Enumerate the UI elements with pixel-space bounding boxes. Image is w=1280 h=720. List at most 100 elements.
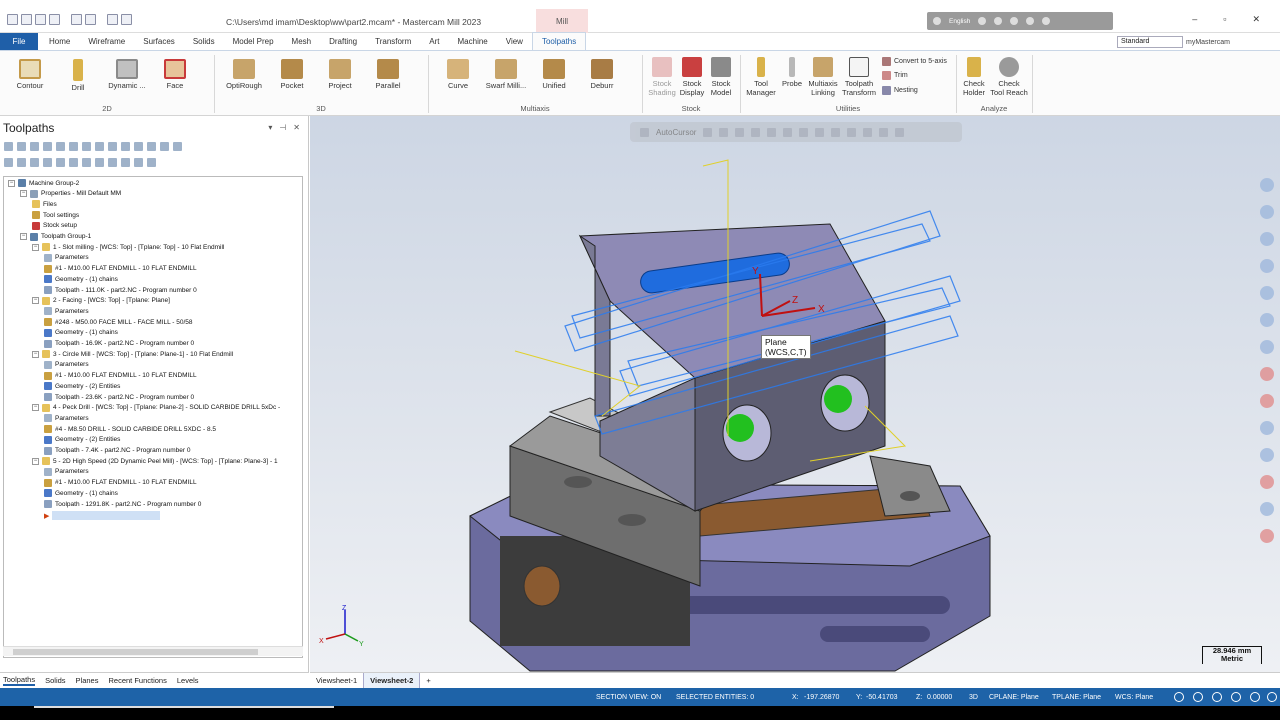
tool-node[interactable]: Tool settings <box>32 210 79 220</box>
lock-op-icon[interactable] <box>4 158 13 167</box>
right-view-icon[interactable] <box>1260 367 1274 381</box>
refresh-icon[interactable] <box>1010 17 1019 25</box>
wcs-status[interactable]: WCS: Plane <box>1115 694 1153 701</box>
collapse-toggle[interactable]: − <box>20 233 27 240</box>
tab-drafting[interactable]: Drafting <box>320 33 366 50</box>
help-icon[interactable] <box>173 142 182 151</box>
clear-colors-icon[interactable] <box>1260 502 1274 516</box>
globe-icon[interactable] <box>1174 692 1184 702</box>
tool-node[interactable]: #4 - M8.50 DRILL - SOLID CARBIDE DRILL 5… <box>44 424 216 434</box>
redo-icon[interactable] <box>121 14 132 25</box>
snap-icon[interactable] <box>815 127 825 137</box>
tab-planes-panel[interactable]: Planes <box>76 676 99 685</box>
tab-art[interactable]: Art <box>420 33 448 50</box>
tab-solids-panel[interactable]: Solids <box>45 676 65 685</box>
fit-icon[interactable] <box>1260 205 1274 219</box>
geometry-node[interactable]: Geometry - (1) chains <box>44 328 118 338</box>
operation-node[interactable]: − 1 - Slot milling - [WCS: Top] - [Tplane… <box>32 242 224 252</box>
viewsheet-1-tab[interactable]: Viewsheet-1 <box>310 673 363 688</box>
project-button[interactable]: Project <box>324 59 356 91</box>
scroll-thumb[interactable] <box>13 649 258 655</box>
machine-group[interactable]: − Machine Group-2 <box>8 178 79 188</box>
contour-button[interactable]: Contour <box>12 59 48 91</box>
info-icon[interactable] <box>1026 17 1035 25</box>
tab-view[interactable]: View <box>497 33 532 50</box>
section-view-status[interactable]: SECTION VIEW: ON <box>596 694 661 701</box>
geometry-node[interactable]: Geometry - (2) Entities <box>44 381 120 391</box>
settings-icon[interactable] <box>147 158 156 167</box>
stock-node[interactable]: Stock setup <box>32 221 77 231</box>
tab-toolpaths[interactable]: Toolpaths <box>531 32 587 50</box>
snap-icon[interactable] <box>719 127 729 137</box>
operations-tree[interactable]: − Machine Group-2− Properties - Mill Defau… <box>3 176 303 658</box>
front-view-icon[interactable] <box>1260 340 1274 354</box>
geometry-node[interactable]: Geometry - (2) Entities <box>44 435 120 445</box>
properties-node[interactable]: − Properties - Mill Default MM <box>20 189 121 199</box>
tplane-status[interactable]: TPLANE: Plane <box>1052 694 1101 701</box>
zoom-in-icon[interactable] <box>1260 178 1274 192</box>
grid-icon[interactable] <box>1193 692 1203 702</box>
print-preview-icon[interactable] <box>85 14 96 25</box>
close-icon[interactable]: ✕ <box>1252 14 1260 25</box>
person-icon[interactable] <box>978 17 987 25</box>
post-icon[interactable] <box>95 142 104 151</box>
viewsheet-2-tab[interactable]: Viewsheet-2 <box>363 673 421 688</box>
stock-model-button[interactable]: Stock Model <box>704 57 738 97</box>
mode-status[interactable]: 3D <box>969 694 978 701</box>
collapse-toggle[interactable]: − <box>8 179 15 187</box>
levels-icon[interactable] <box>1260 475 1274 489</box>
operation-node[interactable]: − 4 - Peck Drill - [WCS: Top] - [Tplane: … <box>32 403 280 413</box>
parameters-node[interactable]: Parameters <box>44 306 89 316</box>
lock-icon[interactable] <box>640 127 649 137</box>
collapse-toggle[interactable]: − <box>20 190 27 198</box>
maximize-icon[interactable]: ▫ <box>1223 14 1226 25</box>
collapse-toggle[interactable]: − <box>32 350 39 358</box>
tool-node[interactable]: #1 - M10.00 FLAT ENDMILL - 10 FLAT ENDMI… <box>44 478 197 488</box>
delete-icon[interactable] <box>121 142 130 151</box>
save-as-icon[interactable] <box>49 14 60 25</box>
tool-node[interactable]: #1 - M10.00 FLAT ENDMILL - 10 FLAT ENDMI… <box>44 264 197 274</box>
cplane-status[interactable]: CPLANE: Plane <box>989 694 1039 701</box>
snap-icon[interactable] <box>783 127 793 137</box>
print-icon[interactable] <box>71 14 82 25</box>
parallel-button[interactable]: Parallel <box>372 59 404 91</box>
insert-after-icon[interactable] <box>82 158 91 167</box>
sphere-icon[interactable] <box>1231 692 1241 702</box>
operation-node[interactable]: − 5 - 2D High Speed (2D Dynamic Peel Mill… <box>32 456 278 466</box>
section-view-icon[interactable] <box>1260 394 1274 408</box>
move-down-icon[interactable] <box>43 158 52 167</box>
toolpath-node[interactable]: Toolpath - 111.0K - part2.NC - Program n… <box>44 285 197 295</box>
tab-recent-functions[interactable]: Recent Functions <box>108 676 166 685</box>
isometric-icon[interactable] <box>1260 286 1274 300</box>
minimize-icon[interactable]: – <box>1192 14 1197 25</box>
collapse-toggle[interactable]: − <box>32 297 39 305</box>
shading-icon[interactable] <box>1260 421 1274 435</box>
check-tool-reach-button[interactable]: Check Tool Reach <box>988 57 1030 97</box>
tab-transform[interactable]: Transform <box>366 33 420 50</box>
more-icon[interactable] <box>1267 692 1277 702</box>
face-button[interactable]: Face <box>160 59 190 91</box>
pocket-button[interactable]: Pocket <box>276 59 308 91</box>
new-file-icon[interactable] <box>7 14 18 25</box>
snap-icon[interactable] <box>799 127 809 137</box>
snap-icon[interactable] <box>735 127 745 137</box>
display-options-icon[interactable] <box>121 158 130 167</box>
unified-button[interactable]: Unified <box>538 59 570 91</box>
toolpath-group[interactable]: − Toolpath Group-1 <box>20 232 91 242</box>
tab-wireframe[interactable]: Wireframe <box>79 33 134 50</box>
wireframe-icon[interactable] <box>1260 448 1274 462</box>
toolpath-node[interactable]: Toolpath - 7.4K - part2.NC - Program num… <box>44 446 190 456</box>
parameters-node[interactable]: Parameters <box>44 467 89 477</box>
insert-arrow-row[interactable]: ▶ <box>44 511 161 521</box>
snap-icon[interactable] <box>767 127 777 137</box>
geometry-node[interactable]: Geometry - (1) chains <box>44 274 118 284</box>
snap-icon[interactable] <box>751 127 761 137</box>
close-icon[interactable]: ✕ <box>293 123 300 132</box>
optirough-button[interactable]: OptiRough <box>222 59 266 91</box>
light-icon[interactable] <box>933 17 941 25</box>
verify-icon[interactable] <box>69 142 78 151</box>
toggle-post-icon[interactable] <box>160 142 169 151</box>
pan-icon[interactable] <box>1260 259 1274 273</box>
insert-arrow-icon[interactable] <box>69 158 78 167</box>
tab-surfaces[interactable]: Surfaces <box>134 33 184 50</box>
